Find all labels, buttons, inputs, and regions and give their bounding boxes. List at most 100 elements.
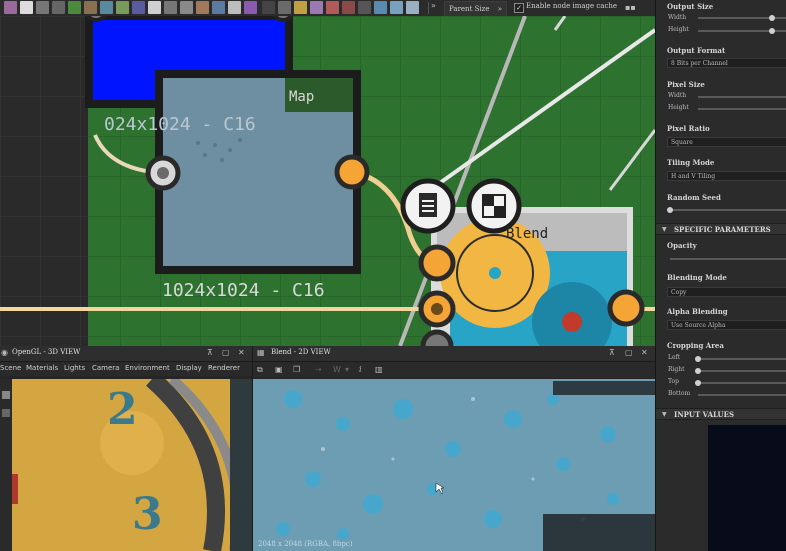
2d-resolution-info: 2048 x 2048 (RGBA, 8bpc) [258, 540, 353, 548]
output-port[interactable] [272, 16, 294, 22]
tiling-icon[interactable]: ⇢ [315, 365, 325, 375]
light-icon[interactable] [2, 409, 10, 417]
alpha-blending-dropdown[interactable]: Use Source Alpha [667, 320, 786, 330]
2d-viewport[interactable]: 2048 x 2048 (RGBA, 8bpc) [253, 379, 655, 551]
opacity-slider[interactable] [670, 258, 786, 260]
parent-size-dropdown[interactable]: Parent Size » [444, 1, 507, 17]
levels-icon[interactable] [180, 1, 193, 14]
maximize-icon[interactable]: ▢ [222, 348, 230, 357]
pixel-height-slider[interactable] [698, 108, 786, 110]
hsl-icon[interactable] [164, 1, 177, 14]
opacity-label: Opacity [667, 241, 697, 250]
noise-icon[interactable] [262, 1, 275, 14]
maximize-icon[interactable]: ▢ [625, 348, 633, 357]
crop-top-slider[interactable] [698, 382, 786, 384]
gradient-icon[interactable] [116, 1, 129, 14]
histogram-icon[interactable] [228, 1, 241, 14]
layout-icon[interactable]: ⧉ [257, 365, 267, 375]
input-port[interactable] [85, 16, 107, 22]
crop-bottom-slider[interactable] [698, 394, 786, 396]
output-height-knob[interactable] [769, 28, 775, 34]
grid-node-icon[interactable] [148, 1, 161, 14]
map-output-port[interactable] [334, 154, 370, 190]
output-format-dropdown[interactable]: 8 Bits per Channel [667, 58, 786, 68]
channel-icon[interactable]: W [333, 365, 343, 375]
parent-size-arrow-icon: » [497, 5, 502, 13]
document-icon [419, 193, 437, 217]
connection-line[interactable] [608, 129, 655, 191]
menu-display[interactable]: Display [176, 364, 202, 372]
svg-icon[interactable] [390, 1, 403, 14]
camera-icon[interactable] [2, 391, 10, 399]
view2d-icon: ▦ [257, 348, 265, 357]
blend-output-port[interactable] [607, 289, 645, 327]
link-icon[interactable] [358, 1, 371, 14]
random-seed-slider[interactable] [670, 209, 786, 211]
crop-right-slider[interactable] [698, 370, 786, 372]
2d-texture [253, 379, 655, 551]
paint-icon[interactable] [84, 1, 97, 14]
crop-left-slider[interactable] [698, 358, 786, 360]
warp-icon[interactable] [132, 1, 145, 14]
dial-numeral-3: 3 [132, 489, 163, 540]
pixel-width-label: Width [668, 92, 687, 99]
pin-panel-icon[interactable]: ⊼ [609, 348, 615, 357]
close-icon[interactable]: ✕ [641, 348, 648, 357]
graph-canvas[interactable]: Map 024x1024 - C16 1024x1024 - C16 Blend [0, 16, 655, 346]
normal-icon[interactable] [212, 1, 225, 14]
image-cache-checkbox[interactable]: ✓ [514, 3, 524, 13]
connection-line[interactable] [553, 16, 567, 31]
3d-viewport[interactable]: 2 3 [12, 379, 252, 551]
comment-icon[interactable] [20, 1, 33, 14]
close-icon[interactable]: ✕ [238, 348, 245, 357]
pin-icon[interactable] [36, 1, 49, 14]
pin-panel-icon[interactable]: ⊼ [207, 348, 213, 357]
input-values-section[interactable]: ▼ INPUT VALUES [656, 408, 786, 420]
dropdown-arrow-icon[interactable]: ▾ [345, 365, 355, 375]
color-icon[interactable] [244, 1, 257, 14]
crop-left-knob[interactable] [695, 356, 701, 362]
pixel-width-slider[interactable] [698, 96, 786, 98]
menu-lights[interactable]: Lights [64, 364, 85, 372]
pixel-processor-icon[interactable] [342, 1, 355, 14]
histogram-icon[interactable]: ▥ [375, 365, 385, 375]
pixel-ratio-dropdown[interactable]: Square [667, 137, 786, 147]
specific-parameters-section[interactable]: ▼ SPECIFIC PARAMETERS [656, 223, 786, 235]
transform-icon[interactable] [100, 1, 113, 14]
blend-preview-button [562, 312, 582, 332]
curve-icon[interactable] [68, 1, 81, 14]
menu-environment[interactable]: Environment [125, 364, 170, 372]
connection-line[interactable] [428, 28, 655, 192]
fx-icon[interactable] [326, 1, 339, 14]
blend-background-port-core [431, 303, 443, 315]
output-width-knob[interactable] [769, 15, 775, 21]
menu-scene[interactable]: Scene [0, 364, 21, 372]
toolbar-options-icon[interactable]: ▪▪ [625, 3, 636, 12]
menu-renderer[interactable]: Renderer [208, 364, 240, 372]
crop-top-knob[interactable] [695, 380, 701, 386]
blend-mask-port[interactable] [420, 329, 454, 346]
bitmap-icon[interactable] [374, 1, 387, 14]
crop-right-knob[interactable] [695, 368, 701, 374]
view3d-icon: ◉ [1, 348, 8, 357]
blend-foreground-port[interactable] [418, 244, 456, 282]
random-seed-knob[interactable] [667, 207, 673, 213]
info-icon[interactable]: i [359, 365, 369, 375]
random-seed-label: Random Seed [667, 193, 721, 202]
text-a-icon[interactable] [310, 1, 323, 14]
copy-icon[interactable]: ❐ [293, 365, 303, 375]
blending-mode-dropdown[interactable]: Copy [667, 287, 786, 297]
frame-icon[interactable] [4, 1, 17, 14]
menu-camera[interactable]: Camera [92, 364, 119, 372]
save-icon[interactable]: ▣ [275, 365, 285, 375]
emboss-icon[interactable] [278, 1, 291, 14]
triangle-icon[interactable] [294, 1, 307, 14]
blur-icon[interactable] [196, 1, 209, 14]
toolbar-expand-icon[interactable]: » [431, 1, 436, 10]
checker-icon [482, 194, 506, 218]
shuffle-icon[interactable] [52, 1, 65, 14]
text-node-icon[interactable] [406, 1, 419, 14]
menu-materials[interactable]: Materials [26, 364, 58, 372]
tiling-mode-dropdown[interactable]: H and V Tiling [667, 171, 786, 181]
properties-panel: Output Size Width Height Output Format 8… [655, 0, 786, 551]
